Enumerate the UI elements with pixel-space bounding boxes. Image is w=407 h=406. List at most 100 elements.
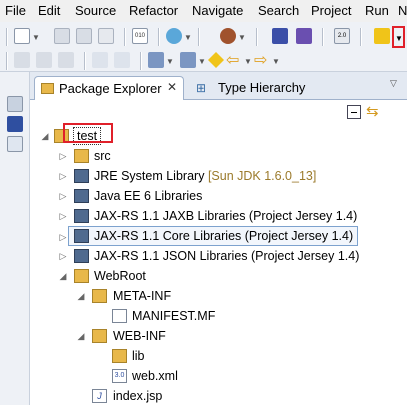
next-annotation-icon[interactable]	[148, 52, 164, 68]
tree-item-webroot[interactable]: ◢ WebRoot	[30, 266, 407, 286]
back-dropdown-icon[interactable]: ▼	[244, 58, 252, 66]
folder-icon	[92, 289, 107, 303]
console-dropdown-icon[interactable]: ▼	[184, 34, 192, 42]
menu-source[interactable]: Source	[75, 3, 116, 18]
toolbar-separator	[198, 28, 200, 46]
chevron-down-icon[interactable]: ▼	[395, 35, 403, 43]
tree-label: JAX-RS 1.1 JAXB Libraries (Project Jerse…	[94, 209, 358, 223]
menu-project[interactable]: Project	[311, 3, 351, 18]
new-icon[interactable]	[14, 28, 30, 44]
view-tab-bar: Package Explorer ✕ ⊞ Type Hierarchy ▽	[30, 72, 407, 100]
outline-view-icon[interactable]	[7, 116, 23, 132]
toggle-mark-icon[interactable]	[36, 52, 52, 68]
collapse-icon[interactable]: ◢	[76, 286, 86, 306]
jsp-file-icon: J	[92, 389, 107, 403]
tree-item-core[interactable]: ▷ JAX-RS 1.1 Core Libraries (Project Jer…	[60, 226, 358, 246]
main-toolbar: ▼ 010 ▼ ▼ 2.0 ▼ ▼ ▼ ⇦ ▼ ⇨ ▼	[0, 22, 407, 72]
expand-icon[interactable]: ▷	[58, 227, 68, 247]
library-icon	[74, 249, 89, 263]
source-folder-icon	[74, 149, 89, 163]
show-whitespace-icon[interactable]	[58, 52, 74, 68]
run-target-dropdown-icon[interactable]: ▼	[238, 34, 246, 42]
toolbar-separator	[360, 28, 362, 46]
tree-item-indexjsp[interactable]: J index.jsp	[30, 386, 407, 406]
tab-label: Type Hierarchy	[218, 80, 306, 95]
menu-navigate[interactable]: Navigate	[192, 3, 243, 18]
wizard-icon[interactable]	[374, 28, 390, 44]
folder-icon	[74, 269, 89, 283]
tree-item-javaee[interactable]: ▷ Java EE 6 Libraries	[30, 186, 407, 206]
xml-file-icon: 3.0	[112, 369, 127, 383]
tree-item-jaxb[interactable]: ▷ JAX-RS 1.1 JAXB Libraries (Project Jer…	[30, 206, 407, 226]
jre-decoration: [Sun JDK 1.6.0_13]	[207, 169, 317, 183]
tree-item-webinf[interactable]: ◢ WEB-INF	[30, 326, 407, 346]
restore-icon[interactable]	[7, 96, 23, 112]
tree-item-manifest[interactable]: MANIFEST.MF	[30, 306, 407, 326]
tree-item-webxml[interactable]: 3.0 web.xml	[30, 366, 407, 386]
expand-icon[interactable]: ▷	[58, 166, 68, 186]
task-list-icon[interactable]	[7, 136, 23, 152]
collapse-icon[interactable]: ◢	[40, 126, 50, 146]
menu-search[interactable]: Search	[258, 3, 299, 18]
binary-icon[interactable]: 010	[132, 28, 148, 44]
tree-item-src[interactable]: ▷ src	[30, 146, 407, 166]
menu-edit[interactable]: Edit	[38, 3, 60, 18]
tree-label: lib	[132, 349, 145, 363]
tree-item-metainf[interactable]: ◢ META-INF	[30, 286, 407, 306]
tab-package-explorer[interactable]: Package Explorer ✕	[34, 76, 184, 100]
tree-item-jre[interactable]: ▷ JRE System Library [Sun JDK 1.6.0_13]	[30, 166, 407, 186]
menu-more[interactable]: N	[398, 3, 407, 18]
highlighted-dropdown[interactable]: ▼	[392, 26, 405, 48]
forward-dropdown-icon[interactable]: ▼	[272, 58, 280, 66]
menu-refactor[interactable]: Refactor	[129, 3, 178, 18]
back-icon[interactable]: ⇦	[226, 50, 239, 70]
run-target-icon[interactable]	[220, 28, 236, 44]
hierarchy-icon: ⊞	[196, 81, 207, 95]
toolbar-separator	[158, 28, 160, 46]
console-icon[interactable]	[166, 28, 182, 44]
forward-icon[interactable]: ⇨	[254, 50, 267, 70]
side-trim	[0, 72, 30, 405]
menu-run[interactable]: Run	[365, 3, 389, 18]
menu-file[interactable]: File	[5, 3, 26, 18]
save-all-icon[interactable]	[76, 28, 92, 44]
last-edit-icon[interactable]	[208, 52, 224, 68]
tree-label: web.xml	[132, 369, 178, 383]
tree-item-lib[interactable]: lib	[30, 346, 407, 366]
server-icon[interactable]	[296, 28, 312, 44]
prev-annotation-icon[interactable]	[180, 52, 196, 68]
close-icon[interactable]: ✕	[167, 80, 177, 94]
tree-label: JAX-RS 1.1 JSON Libraries (Project Jerse…	[94, 249, 360, 263]
collapse-all-icon[interactable]	[347, 105, 361, 119]
print-icon[interactable]	[98, 28, 114, 44]
toolbar-separator	[256, 28, 258, 46]
next-annotation-dropdown-icon[interactable]: ▼	[166, 58, 174, 66]
toolbar-separator	[84, 52, 86, 70]
view-menu-icon[interactable]: ▽	[390, 78, 397, 89]
new-dropdown-icon[interactable]: ▼	[32, 34, 40, 42]
library-icon	[74, 229, 89, 243]
toolbar-separator	[140, 52, 142, 70]
toolbar-separator	[124, 28, 126, 46]
tree-label: META-INF	[113, 289, 172, 303]
version-icon[interactable]: 2.0	[334, 28, 350, 44]
tab-type-hierarchy[interactable]: ⊞ Type Hierarchy	[190, 76, 340, 100]
expand-icon[interactable]: ▷	[58, 186, 68, 206]
save-icon[interactable]	[54, 28, 70, 44]
toolbar-grip	[6, 28, 8, 46]
outline-icon[interactable]	[92, 52, 108, 68]
expand-icon[interactable]: ▷	[58, 146, 68, 166]
expand-icon[interactable]: ▷	[58, 206, 68, 226]
package-explorer-icon	[41, 83, 54, 94]
tree-item-json[interactable]: ▷ JAX-RS 1.1 JSON Libraries (Project Jer…	[30, 246, 407, 266]
highlight-box	[63, 123, 113, 143]
deploy-icon[interactable]	[272, 28, 288, 44]
prev-annotation-dropdown-icon[interactable]: ▼	[198, 58, 206, 66]
collapse-icon[interactable]: ◢	[76, 326, 86, 346]
expand-icon[interactable]: ▷	[58, 246, 68, 266]
link-with-editor-icon[interactable]: ⇆	[366, 102, 379, 120]
hierarchy-icon[interactable]	[114, 52, 130, 68]
collapse-icon[interactable]: ◢	[58, 266, 68, 286]
tree-item-project[interactable]: ◢ test	[30, 123, 407, 146]
toggle-icon[interactable]	[14, 52, 30, 68]
